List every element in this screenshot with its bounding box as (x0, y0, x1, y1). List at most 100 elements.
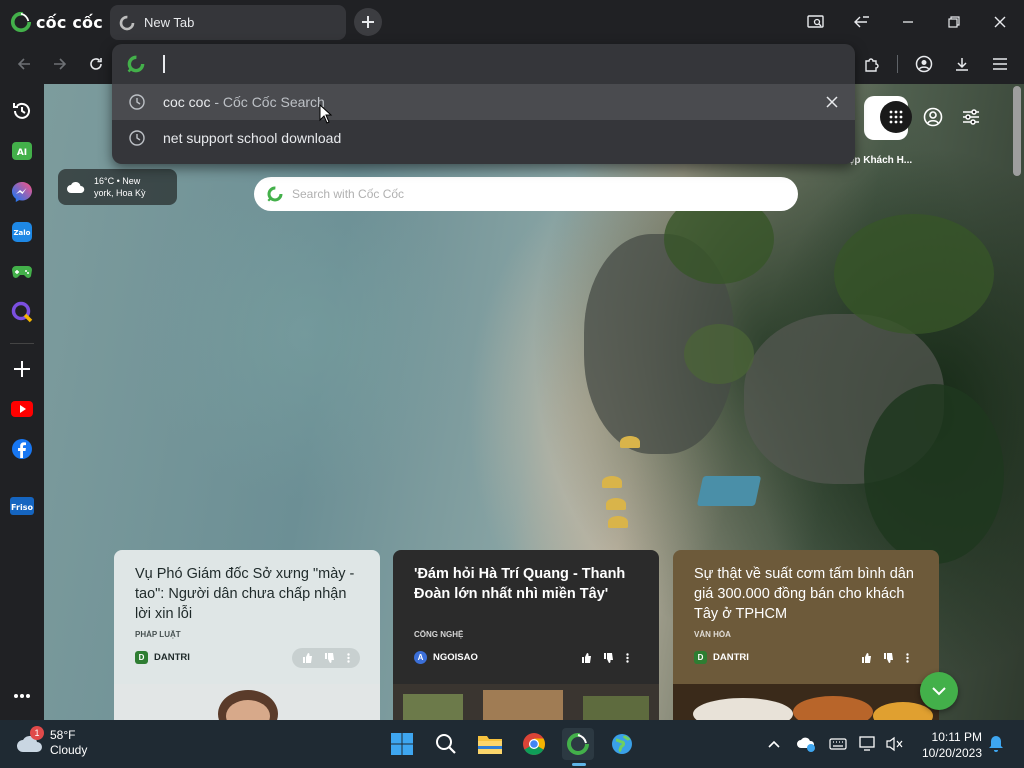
sidebar-more[interactable] (10, 684, 34, 708)
sidebar-q-app[interactable] (10, 300, 34, 324)
taskbar-search-button[interactable] (430, 728, 462, 760)
omnibox-dropdown: coc coc - Cốc Cốc Search net support sch… (112, 44, 855, 164)
plus-icon (362, 16, 374, 28)
mouse-cursor-icon (319, 104, 333, 124)
apps-button[interactable] (880, 101, 912, 133)
weather-widget[interactable]: 16°C • New york, Hoa Kỳ (58, 169, 177, 205)
news-card-title: Vụ Phó Giám đốc Sở xưng "mày - tao": Ngư… (135, 566, 355, 622)
bell-icon (989, 736, 1003, 752)
start-button[interactable] (386, 728, 418, 760)
ngoisao-logo-icon: A (414, 651, 427, 664)
thumbs-down-icon[interactable] (603, 653, 614, 663)
return-arrow-icon (854, 16, 869, 28)
beach-hut (696, 476, 762, 506)
more-vertical-icon[interactable] (626, 653, 629, 663)
suggestion-text: net support school download (163, 130, 341, 146)
news-card[interactable]: Sự thật về suất cơm tấm bình dân giá 300… (673, 550, 939, 720)
sidebar-messenger[interactable] (10, 180, 34, 204)
text-caret (163, 55, 165, 73)
forward-button[interactable] (46, 50, 74, 78)
thumbs-up-icon[interactable] (861, 653, 872, 663)
minimize-icon (903, 21, 913, 23)
more-vertical-icon[interactable] (906, 653, 909, 663)
dantri-logo-icon: D (135, 651, 148, 664)
speaker-muted-icon (886, 736, 903, 752)
sidebar-youtube[interactable] (10, 397, 34, 421)
cloud-icon (67, 181, 85, 193)
friso-icon: Friso (10, 497, 34, 515)
customize-button[interactable] (955, 101, 987, 133)
q-app-icon (11, 301, 33, 323)
tab-new-tab[interactable]: New Tab (110, 5, 346, 40)
background-trees (864, 384, 1004, 564)
notifications-button[interactable] (986, 732, 1006, 756)
reload-button[interactable] (82, 50, 110, 78)
browser-brand: cốc cốc (10, 10, 103, 34)
tray-onedrive[interactable] (796, 732, 816, 756)
youtube-icon (11, 401, 33, 417)
newtab-search-box[interactable]: Search with Cốc Cốc (254, 177, 798, 211)
sidebar-divider (10, 343, 34, 344)
chevron-down-icon (932, 687, 946, 696)
back-button[interactable] (10, 50, 38, 78)
file-explorer-button[interactable] (474, 728, 506, 760)
news-card[interactable]: Vụ Phó Giám đốc Sở xưng "mày - tao": Ngư… (114, 550, 380, 720)
svg-text:Zalo: Zalo (13, 229, 30, 237)
page-scrollbar[interactable] (1013, 86, 1021, 176)
gamepad-icon (12, 266, 32, 278)
news-card-thumbnail (114, 684, 380, 720)
remove-suggestion-icon[interactable] (824, 94, 840, 110)
sidebar-zalo[interactable]: Zalo (10, 220, 34, 244)
thumbs-down-icon[interactable] (324, 653, 335, 663)
coccoc-taskbar-button[interactable] (562, 728, 594, 760)
news-card[interactable]: 'Đám hỏi Hà Trí Quang - Thanh Đoàn lớn n… (393, 550, 659, 720)
weather-line-2: york, Hoa Kỳ (94, 188, 146, 198)
sidebar-ai[interactable]: AI (10, 140, 34, 164)
news-card-title: Sự thật về suất cơm tấm bình dân giá 300… (694, 566, 914, 622)
chrome-button[interactable] (518, 728, 550, 760)
thumbs-down-icon[interactable] (883, 653, 894, 663)
suggestion-row[interactable]: net support school download (112, 120, 855, 156)
close-window-button[interactable] (984, 6, 1016, 38)
suggestion-text: coc coc - Cốc Cốc Search (163, 94, 325, 110)
more-vertical-icon[interactable] (347, 653, 350, 663)
taskbar-weather[interactable]: 1 58°F Cloudy (16, 726, 87, 758)
restore-button[interactable] (938, 6, 970, 38)
taskbar-clock[interactable]: 10:11 PM 10/20/2023 (918, 729, 982, 761)
taskbar-weather-text: 58°F Cloudy (50, 728, 87, 758)
minimize-button[interactable] (892, 6, 924, 38)
thumbs-up-icon[interactable] (581, 653, 592, 663)
sidebar-facebook[interactable] (10, 437, 34, 461)
back-to-tab-button[interactable] (846, 6, 878, 38)
tray-keyboard[interactable] (828, 732, 848, 756)
tray-display[interactable] (858, 732, 878, 756)
suggestion-source: - Cốc Cốc Search (210, 94, 325, 110)
brand-name: cốc cốc (36, 12, 103, 32)
news-source-name: NGOISAO (433, 652, 478, 663)
show-hidden-icons-button[interactable] (764, 732, 784, 756)
sidebar-friso[interactable]: Friso (10, 494, 34, 518)
scroll-down-button[interactable] (920, 672, 958, 710)
sidebar-add[interactable] (10, 357, 34, 381)
news-card-thumbnail (393, 684, 659, 720)
sidebar-games[interactable] (10, 260, 34, 284)
suggestion-query: net support school download (163, 130, 342, 146)
downloads-button[interactable] (948, 50, 976, 78)
background-trees (684, 324, 754, 384)
profile-button[interactable] (910, 50, 938, 78)
extensions-button[interactable] (858, 50, 886, 78)
menu-button[interactable] (986, 50, 1014, 78)
app-globe-button[interactable] (606, 728, 638, 760)
reload-icon (90, 58, 102, 70)
new-tab-button[interactable] (354, 8, 382, 36)
suggestion-row[interactable]: coc coc - Cốc Cốc Search (112, 84, 855, 120)
ai-icon: AI (12, 142, 32, 160)
search-tabs-button[interactable] (800, 6, 832, 38)
active-app-indicator (572, 763, 586, 766)
tray-volume[interactable] (884, 732, 904, 756)
sidebar-history[interactable] (10, 99, 34, 123)
thumbs-up-icon[interactable] (302, 653, 313, 663)
address-bar[interactable] (112, 44, 855, 84)
account-button[interactable] (917, 101, 949, 133)
background-trees (834, 214, 994, 334)
